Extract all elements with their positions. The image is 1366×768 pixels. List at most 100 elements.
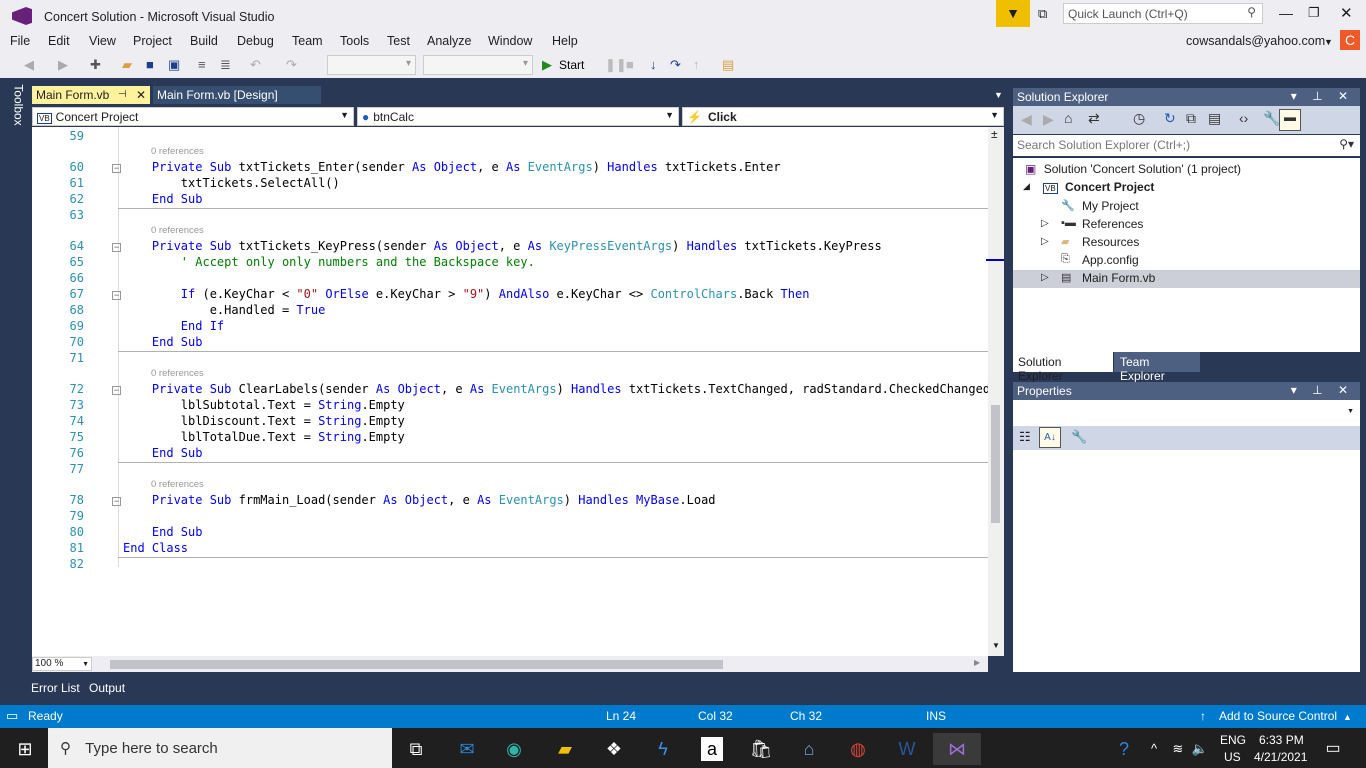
- object-dropdown[interactable]: ●btnCalc▼: [357, 107, 679, 126]
- forward-icon[interactable]: ▶: [58, 57, 68, 73]
- code-line[interactable]: End Sub: [123, 192, 202, 206]
- collapse-all-icon[interactable]: ⧉: [1186, 110, 1196, 127]
- comment-icon[interactable]: ≡: [198, 57, 206, 72]
- zoom-dropdown[interactable]: 100 %▼: [32, 657, 92, 671]
- close-button[interactable]: ✕: [1340, 4, 1353, 22]
- step-into-icon[interactable]: ↓: [650, 57, 657, 72]
- property-pages-icon[interactable]: 🔧: [1071, 429, 1087, 445]
- scroll-right-icon[interactable]: ▶: [974, 658, 980, 667]
- amazon-icon[interactable]: a: [701, 737, 723, 761]
- tree-item[interactable]: ▷▰Resources: [1013, 234, 1360, 252]
- view-code-icon[interactable]: ‹›: [1239, 110, 1248, 126]
- task-view-icon[interactable]: ⧉: [396, 733, 436, 765]
- tab-team-explorer[interactable]: Team Explorer: [1114, 352, 1200, 372]
- codelens-references[interactable]: 0 references: [151, 479, 204, 490]
- code-line[interactable]: lblDiscount.Text = String.Empty: [123, 414, 405, 428]
- collapse-region-icon[interactable]: −: [112, 497, 121, 506]
- step-over-icon[interactable]: ↷: [670, 57, 681, 73]
- configuration-dropdown[interactable]: [327, 55, 416, 75]
- menu-analyze[interactable]: Analyze: [427, 34, 471, 48]
- tab-output[interactable]: Output: [89, 681, 125, 695]
- app-icon[interactable]: ϟ: [643, 733, 683, 765]
- stop-icon[interactable]: ■: [626, 57, 634, 72]
- store-icon[interactable]: 🛍: [741, 733, 781, 765]
- code-line[interactable]: End Sub: [123, 525, 202, 539]
- preview-selected-toggle[interactable]: ▬: [1279, 109, 1301, 131]
- visual-studio-taskbar-icon[interactable]: ⋈: [933, 733, 981, 765]
- file-explorer-icon[interactable]: ▰: [545, 733, 585, 765]
- code-line[interactable]: Private Sub frmMain_Load(sender As Objec…: [123, 493, 716, 507]
- code-line[interactable]: Private Sub txtTickets_Enter(sender As O…: [123, 160, 781, 174]
- categorized-icon[interactable]: ☷: [1019, 429, 1031, 445]
- close-tab-icon[interactable]: ✕: [136, 88, 146, 102]
- code-line[interactable]: End Sub: [123, 446, 202, 460]
- menu-window[interactable]: Window: [488, 34, 532, 48]
- menu-help[interactable]: Help: [552, 34, 578, 48]
- collapse-region-icon[interactable]: −: [112, 291, 121, 300]
- code-editor[interactable]: 590 references60− Private Sub txtTickets…: [32, 127, 988, 656]
- tree-item-solution[interactable]: ▣ Solution 'Concert Solution' (1 project…: [1025, 162, 1241, 176]
- split-icon[interactable]: ±: [991, 127, 998, 141]
- menu-project[interactable]: Project: [133, 34, 172, 48]
- tree-item-project[interactable]: VB Concert Project: [1043, 180, 1154, 194]
- menu-file[interactable]: File: [10, 34, 30, 48]
- expand-arrow-icon[interactable]: ▷: [1041, 236, 1049, 247]
- sync-view-icon[interactable]: ⇄: [1088, 110, 1100, 127]
- chrome-icon[interactable]: ◍: [838, 733, 878, 765]
- code-line[interactable]: ' Accept only only numbers and the Backs…: [123, 255, 535, 269]
- event-dropdown[interactable]: ⚡Click▼: [682, 107, 1004, 126]
- uncomment-icon[interactable]: ≣: [220, 57, 231, 73]
- panel-controls[interactable]: ▾ ⊥ ✕: [1291, 89, 1354, 103]
- scroll-thumb[interactable]: [991, 405, 1000, 523]
- undo-icon[interactable]: ↶: [250, 57, 261, 73]
- scroll-down-icon[interactable]: ▼: [992, 641, 1000, 650]
- dropbox-icon[interactable]: ❖: [594, 733, 634, 765]
- account-name[interactable]: cowsandals@yahoo.com: [1186, 34, 1325, 48]
- tree-item[interactable]: ▷▤Main Form.vb: [1013, 270, 1360, 288]
- source-control-up-icon[interactable]: ▲: [1343, 712, 1352, 722]
- collapse-region-icon[interactable]: −: [112, 243, 121, 252]
- forward-icon[interactable]: ▶: [1043, 111, 1054, 128]
- collapse-region-icon[interactable]: −: [112, 164, 121, 173]
- mail-icon[interactable]: ✉: [447, 733, 487, 765]
- step-out-icon[interactable]: ↑: [693, 57, 700, 72]
- start-menu-icon[interactable]: ⊞: [5, 733, 45, 765]
- code-line[interactable]: Private Sub txtTickets_KeyPress(sender A…: [123, 239, 882, 253]
- start-button[interactable]: Start: [559, 58, 584, 72]
- find-icon[interactable]: ▤: [722, 57, 734, 73]
- pause-icon[interactable]: ❚❚: [605, 57, 627, 73]
- panel-controls[interactable]: ▾ ⊥ ✕: [1291, 383, 1354, 397]
- account-dropdown-icon[interactable]: ▼: [1324, 37, 1333, 47]
- back-icon[interactable]: ◀: [1021, 111, 1032, 128]
- codelens-references[interactable]: 0 references: [151, 225, 204, 236]
- expand-arrow-icon[interactable]: ▷: [1041, 272, 1049, 283]
- code-line[interactable]: lblTotalDue.Text = String.Empty: [123, 430, 405, 444]
- menu-build[interactable]: Build: [190, 34, 218, 48]
- horizontal-scroll-thumb[interactable]: [110, 660, 723, 669]
- input-region[interactable]: US: [1224, 750, 1241, 764]
- home-icon[interactable]: ⌂: [1064, 110, 1072, 126]
- collapse-region-icon[interactable]: −: [112, 386, 121, 395]
- account-avatar[interactable]: C: [1340, 30, 1360, 50]
- solution-explorer-search[interactable]: Search Solution Explorer (Ctrl+;) ⚲▾: [1013, 135, 1360, 156]
- edge-icon[interactable]: ◉: [494, 733, 534, 765]
- open-file-icon[interactable]: ▰: [122, 57, 132, 73]
- toolbox-tab[interactable]: Toolbox: [8, 86, 24, 128]
- save-icon[interactable]: ■: [146, 57, 154, 72]
- pin-icon[interactable]: ⊣: [118, 89, 127, 100]
- alphabetical-icon[interactable]: A↓: [1039, 427, 1061, 448]
- code-line[interactable]: If (e.KeyChar < "0" OrElse e.KeyChar > "…: [123, 287, 809, 301]
- platform-dropdown[interactable]: [423, 55, 533, 75]
- tab-main-form-vb[interactable]: Main Form.vb ⊣ ✕: [32, 86, 150, 104]
- menu-edit[interactable]: Edit: [48, 34, 70, 48]
- code-line[interactable]: End If: [123, 319, 224, 333]
- menu-view[interactable]: View: [89, 34, 116, 48]
- save-all-icon[interactable]: ▣: [168, 57, 180, 73]
- word-icon[interactable]: W: [887, 733, 927, 765]
- code-line[interactable]: End Class: [123, 541, 188, 555]
- code-line[interactable]: Private Sub ClearLabels(sender As Object…: [123, 382, 988, 396]
- expand-arrow-icon[interactable]: ▷: [1041, 218, 1049, 229]
- vertical-scrollbar[interactable]: ± ▼: [988, 127, 1004, 656]
- back-icon[interactable]: ◀: [24, 57, 34, 73]
- notification-center-icon[interactable]: ▭: [1313, 733, 1353, 765]
